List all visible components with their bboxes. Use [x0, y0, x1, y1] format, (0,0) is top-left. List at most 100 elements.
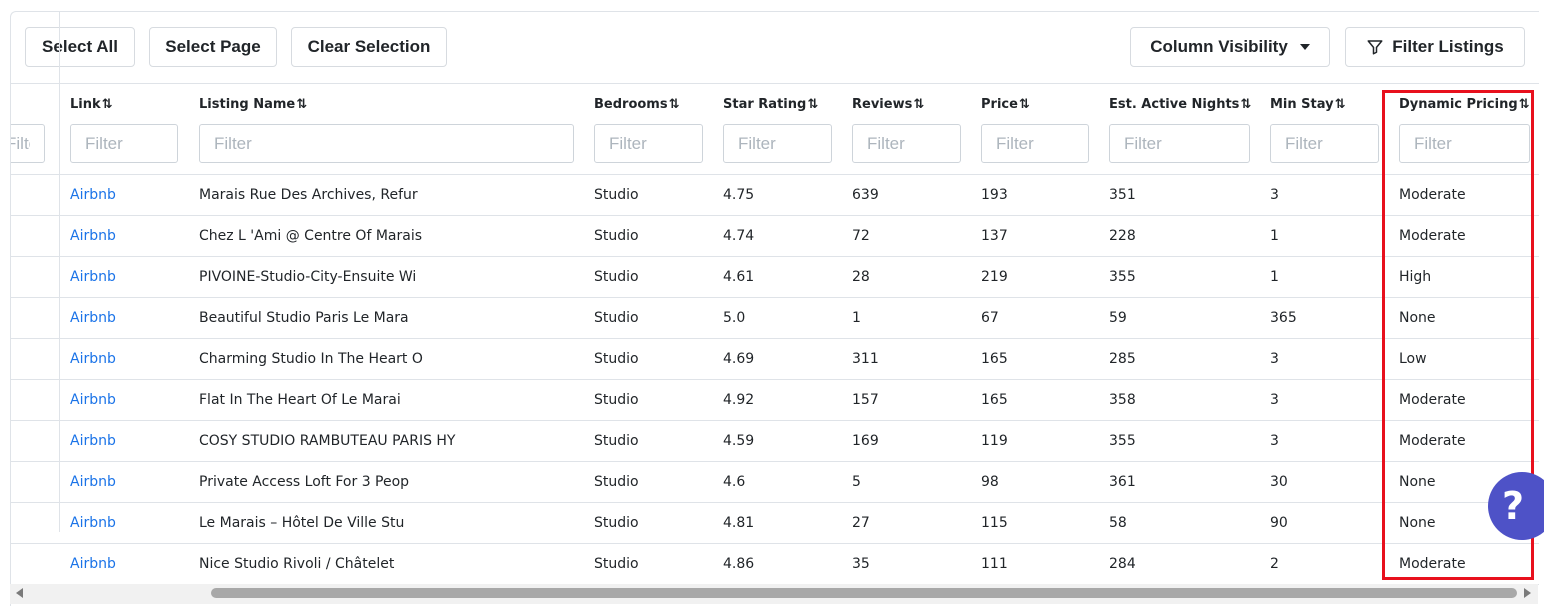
- funnel-icon: [1367, 40, 1383, 55]
- column-visibility-dropdown[interactable]: Column Visibility: [1130, 27, 1330, 67]
- listing-name-cell: Nice Studio Rivoli / Châtelet: [199, 556, 395, 572]
- table-row[interactable]: Airbnb Flat In The Heart Of Le Marai Stu…: [11, 380, 1539, 421]
- dynamic-pricing-cell: Moderate: [1399, 433, 1466, 449]
- airbnb-link[interactable]: Airbnb: [70, 462, 116, 502]
- table-row[interactable]: Airbnb COSY STUDIO RAMBUTEAU PARIS HY St…: [11, 421, 1539, 462]
- star-rating-cell: 4.59: [723, 433, 755, 449]
- filter-input-listing-name[interactable]: [199, 124, 574, 163]
- column-header-listing-name[interactable]: Listing Name⇅: [199, 97, 307, 112]
- filter-input-star-rating[interactable]: [723, 124, 832, 163]
- column-label: Reviews: [852, 97, 913, 112]
- sort-icon: ⇅: [1240, 97, 1251, 112]
- active-nights-cell: 355: [1109, 433, 1136, 449]
- min-stay-cell: 3: [1270, 392, 1279, 408]
- star-rating-cell: 4.6: [723, 474, 746, 490]
- bedrooms-cell: Studio: [594, 433, 639, 449]
- table-row[interactable]: Airbnb Private Access Loft For 3 Peop St…: [11, 462, 1539, 503]
- dynamic-pricing-cell: None: [1399, 310, 1436, 326]
- select-all-button[interactable]: Select All: [25, 27, 135, 67]
- dynamic-pricing-cell: Low: [1399, 351, 1427, 367]
- column-header-star-rating[interactable]: Star Rating⇅: [723, 97, 818, 112]
- bedrooms-cell: Studio: [594, 228, 639, 244]
- table-row[interactable]: Airbnb Chez L 'Ami @ Centre Of Marais St…: [11, 216, 1539, 257]
- table-row[interactable]: Airbnb Beautiful Studio Paris Le Mara St…: [11, 298, 1539, 339]
- dynamic-pricing-cell: Moderate: [1399, 392, 1466, 408]
- table-row[interactable]: Airbnb Le Marais – Hôtel De Ville Stu St…: [11, 503, 1539, 544]
- column-header-dynamic-pricing[interactable]: Dynamic Pricing⇅: [1399, 97, 1530, 112]
- table-row[interactable]: Airbnb Charming Studio In The Heart O St…: [11, 339, 1539, 380]
- table-row[interactable]: Airbnb PIVOINE-Studio-City-Ensuite Wi St…: [11, 257, 1539, 298]
- airbnb-link[interactable]: Airbnb: [70, 298, 116, 338]
- price-cell: 165: [981, 351, 1008, 367]
- bedrooms-cell: Studio: [594, 515, 639, 531]
- reviews-cell: 27: [852, 515, 870, 531]
- table-row[interactable]: Airbnb Nice Studio Rivoli / Châtelet Stu…: [11, 544, 1539, 585]
- star-rating-cell: 4.69: [723, 351, 755, 367]
- airbnb-link[interactable]: Airbnb: [70, 503, 116, 543]
- filter-input-price[interactable]: [981, 124, 1089, 163]
- dynamic-pricing-cell: Moderate: [1399, 187, 1466, 203]
- column-header-est-active-nights[interactable]: Est. Active Nights⇅: [1109, 97, 1251, 112]
- listing-name-cell: Marais Rue Des Archives, Refur: [199, 187, 418, 203]
- scroll-left-arrow-icon[interactable]: [16, 588, 23, 598]
- price-cell: 67: [981, 310, 999, 326]
- star-rating-cell: 4.92: [723, 392, 755, 408]
- filter-input-bedrooms[interactable]: [594, 124, 703, 163]
- horizontal-scrollbar[interactable]: [10, 584, 1538, 604]
- clear-selection-button[interactable]: Clear Selection: [291, 27, 447, 67]
- reviews-cell: 157: [852, 392, 879, 408]
- dynamic-pricing-cell: High: [1399, 269, 1432, 285]
- column-label: Link: [70, 97, 101, 112]
- column-header-reviews[interactable]: Reviews⇅: [852, 97, 924, 112]
- filter-listings-button[interactable]: Filter Listings: [1345, 27, 1525, 67]
- column-header-price[interactable]: Price⇅: [981, 97, 1030, 112]
- active-nights-cell: 285: [1109, 351, 1136, 367]
- filter-input-est-active-nights[interactable]: [1109, 124, 1250, 163]
- filter-input-min-stay[interactable]: [1270, 124, 1379, 163]
- price-cell: 111: [981, 556, 1008, 572]
- airbnb-link[interactable]: Airbnb: [70, 175, 116, 215]
- airbnb-link[interactable]: Airbnb: [70, 339, 116, 379]
- column-header-min-stay[interactable]: Min Stay⇅: [1270, 97, 1346, 112]
- active-nights-cell: 355: [1109, 269, 1136, 285]
- scrollbar-thumb[interactable]: [211, 588, 1517, 598]
- filter-input-link[interactable]: [70, 124, 178, 163]
- filter-input-hidden-column[interactable]: [11, 124, 45, 163]
- sort-icon: ⇅: [101, 97, 113, 112]
- listing-name-cell: PIVOINE-Studio-City-Ensuite Wi: [199, 269, 417, 285]
- select-page-button[interactable]: Select Page: [149, 27, 277, 67]
- active-nights-cell: 59: [1109, 310, 1127, 326]
- column-header-bedrooms[interactable]: Bedrooms⇅: [594, 97, 679, 112]
- airbnb-link[interactable]: Airbnb: [70, 216, 116, 256]
- sort-icon: ⇅: [807, 97, 818, 112]
- filter-input-reviews[interactable]: [852, 124, 961, 163]
- sort-icon: ⇅: [296, 97, 307, 112]
- star-rating-cell: 4.81: [723, 515, 755, 531]
- table-row[interactable]: Airbnb Marais Rue Des Archives, Refur St…: [11, 175, 1539, 216]
- question-mark-icon: ?: [1502, 484, 1525, 528]
- airbnb-link[interactable]: Airbnb: [70, 380, 116, 420]
- price-cell: 165: [981, 392, 1008, 408]
- airbnb-link[interactable]: Airbnb: [70, 257, 116, 297]
- column-visibility-label: Column Visibility: [1150, 37, 1288, 56]
- reviews-cell: 1: [852, 310, 861, 326]
- filter-listings-label: Filter Listings: [1392, 37, 1504, 56]
- reviews-cell: 28: [852, 269, 870, 285]
- star-rating-cell: 4.86: [723, 556, 755, 572]
- listing-name-cell: Charming Studio In The Heart O: [199, 351, 423, 367]
- min-stay-cell: 365: [1270, 310, 1297, 326]
- sort-icon: ⇅: [1018, 97, 1030, 112]
- reviews-cell: 639: [852, 187, 879, 203]
- column-header-link[interactable]: Link⇅: [70, 97, 113, 112]
- filter-input-dynamic-pricing[interactable]: [1399, 124, 1530, 163]
- scroll-right-arrow-icon[interactable]: [1524, 588, 1531, 598]
- dynamic-pricing-cell: Moderate: [1399, 556, 1466, 572]
- airbnb-link[interactable]: Airbnb: [70, 544, 116, 584]
- active-nights-cell: 361: [1109, 474, 1136, 490]
- sort-icon: ⇅: [1334, 97, 1346, 112]
- bedrooms-cell: Studio: [594, 187, 639, 203]
- dynamic-pricing-cell: None: [1399, 474, 1436, 490]
- airbnb-link[interactable]: Airbnb: [70, 421, 116, 461]
- star-rating-cell: 4.75: [723, 187, 755, 203]
- reviews-cell: 169: [852, 433, 879, 449]
